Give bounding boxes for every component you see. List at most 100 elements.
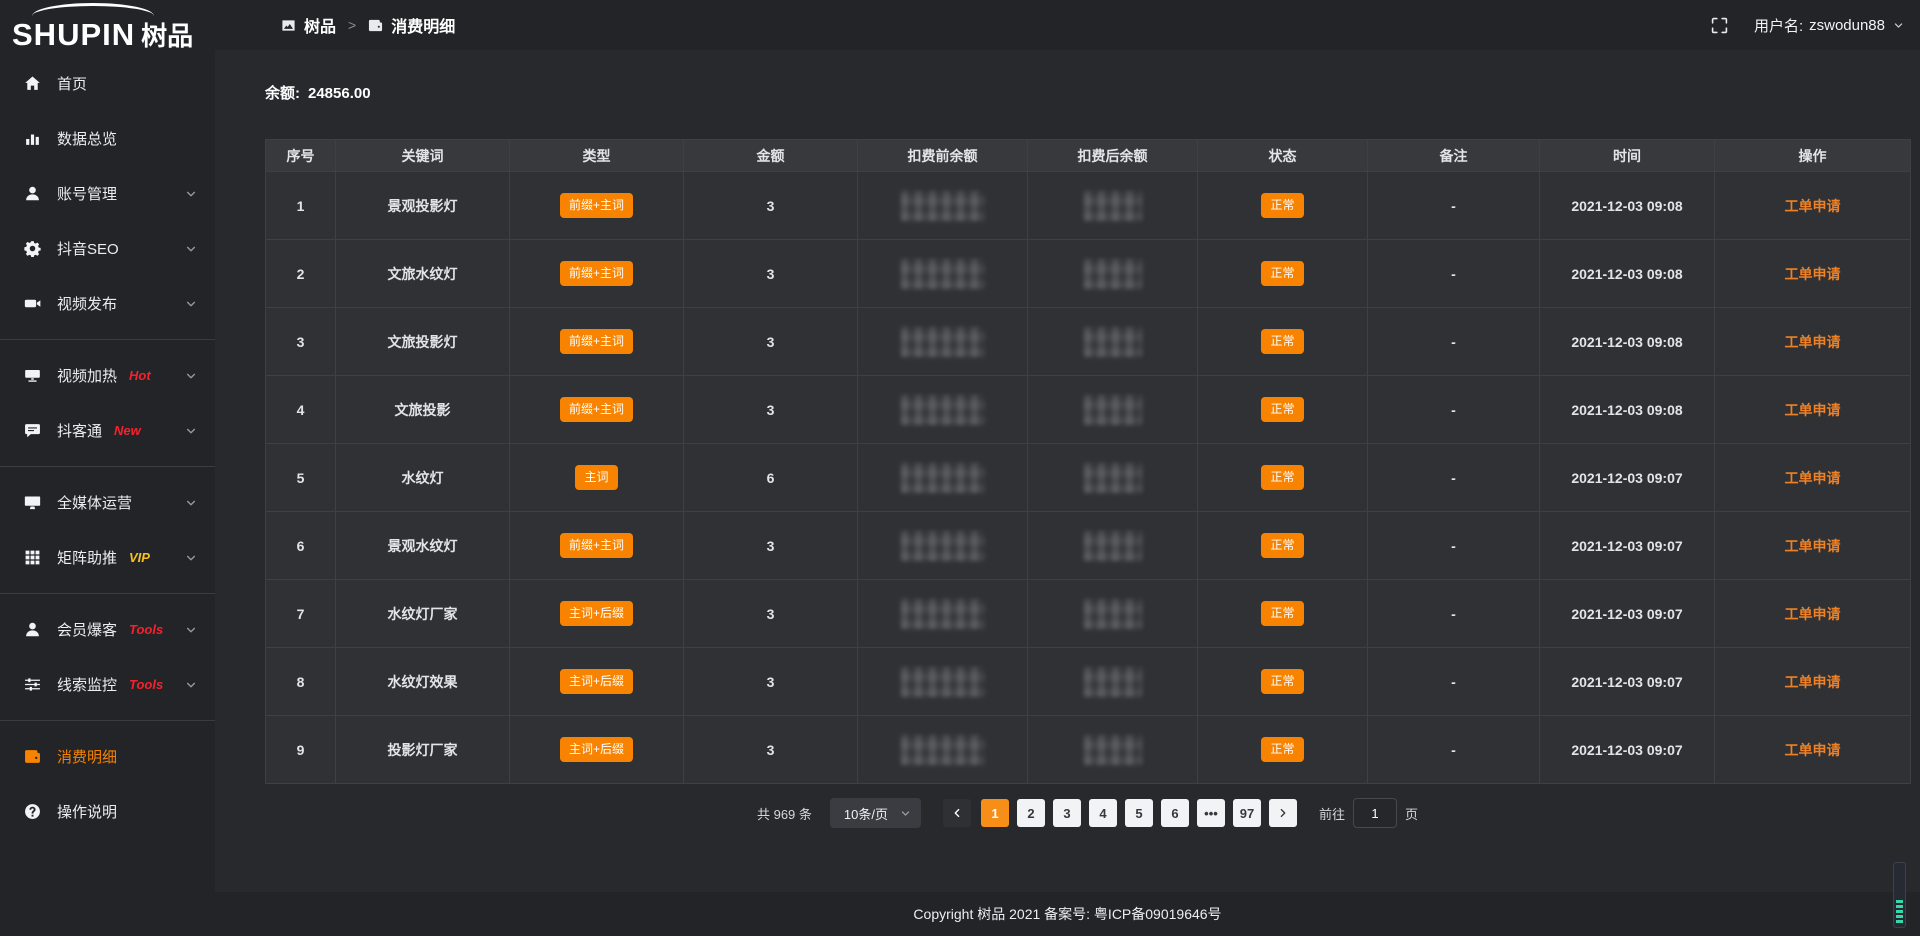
video-icon bbox=[24, 295, 41, 312]
redacted-balance-before bbox=[901, 667, 985, 697]
status-badge: 正常 bbox=[1261, 329, 1303, 353]
sidebar-item-16[interactable]: 操作说明 bbox=[0, 784, 215, 839]
breadcrumb: 树品 > 消费明细 bbox=[281, 13, 455, 37]
sidebar-item-12[interactable]: 会员爆客Tools bbox=[0, 602, 215, 657]
page-size-value: 10条/页 bbox=[844, 804, 888, 823]
breadcrumb-label: 树品 bbox=[304, 13, 336, 37]
page-size-select[interactable]: 10条/页 bbox=[830, 798, 921, 828]
sidebar-item-label: 数据总览 bbox=[57, 128, 117, 149]
page-button-5[interactable]: 5 bbox=[1125, 799, 1153, 827]
amount-cell: 3 bbox=[684, 376, 858, 444]
action-cell: 工单申请 bbox=[1715, 376, 1911, 444]
sidebar-item-6[interactable]: 视频加热Hot bbox=[0, 348, 215, 403]
note-cell: - bbox=[1368, 716, 1540, 784]
sidebar-item-4[interactable]: 视频发布 bbox=[0, 276, 215, 331]
keyword-cell: 水纹灯厂家 bbox=[336, 580, 510, 648]
row-number: 9 bbox=[266, 716, 336, 784]
heat-icon bbox=[24, 367, 41, 384]
sidebar-item-2[interactable]: 账号管理 bbox=[0, 166, 215, 221]
action-cell: 工单申请 bbox=[1715, 648, 1911, 716]
goto-page-input[interactable] bbox=[1353, 798, 1397, 828]
ticket-apply-link[interactable]: 工单申请 bbox=[1785, 674, 1841, 690]
sidebar-item-0[interactable]: 首页 bbox=[0, 56, 215, 111]
prev-page-button[interactable] bbox=[943, 799, 971, 827]
sidebar-item-label: 操作说明 bbox=[57, 801, 117, 822]
breadcrumb-label: 消费明细 bbox=[391, 13, 455, 37]
action-cell: 工单申请 bbox=[1715, 240, 1911, 308]
time-cell: 2021-12-03 09:07 bbox=[1540, 716, 1715, 784]
page-button-1[interactable]: 1 bbox=[981, 799, 1009, 827]
ticket-apply-link[interactable]: 工单申请 bbox=[1785, 266, 1841, 282]
fullscreen-icon[interactable] bbox=[1711, 17, 1728, 34]
ticket-apply-link[interactable]: 工单申请 bbox=[1785, 334, 1841, 350]
redacted-balance-before bbox=[901, 191, 985, 221]
sidebar-item-13[interactable]: 线索监控Tools bbox=[0, 657, 215, 712]
username-label: 用户名: bbox=[1754, 15, 1803, 36]
keyword-cell: 景观投影灯 bbox=[336, 172, 510, 240]
pagination-total: 共 969 条 bbox=[757, 804, 812, 823]
table-row: 7水纹灯厂家主词+后缀3正常-2021-12-03 09:07工单申请 bbox=[266, 580, 1911, 648]
user-icon bbox=[24, 185, 41, 202]
ticket-apply-link[interactable]: 工单申请 bbox=[1785, 606, 1841, 622]
page-button-3[interactable]: 3 bbox=[1053, 799, 1081, 827]
column-header: 扣费后余额 bbox=[1028, 140, 1198, 172]
balance-before-cell bbox=[858, 512, 1028, 580]
status-cell: 正常 bbox=[1198, 444, 1368, 512]
type-badge: 前缀+主词 bbox=[560, 329, 633, 353]
chevron-down-icon bbox=[185, 188, 197, 200]
sidebar-item-9[interactable]: 全媒体运营 bbox=[0, 475, 215, 530]
keyword-cell: 文旅水纹灯 bbox=[336, 240, 510, 308]
ticket-apply-link[interactable]: 工单申请 bbox=[1785, 402, 1841, 418]
column-header: 类型 bbox=[510, 140, 684, 172]
redacted-balance-before bbox=[901, 395, 985, 425]
page-button-6[interactable]: 6 bbox=[1161, 799, 1189, 827]
status-cell: 正常 bbox=[1198, 376, 1368, 444]
action-cell: 工单申请 bbox=[1715, 512, 1911, 580]
breadcrumb-item-consume-detail[interactable]: 消费明细 bbox=[368, 13, 455, 37]
amount-cell: 3 bbox=[684, 580, 858, 648]
table-row: 2文旅水纹灯前缀+主词3正常-2021-12-03 09:08工单申请 bbox=[266, 240, 1911, 308]
column-header: 操作 bbox=[1715, 140, 1911, 172]
type-badge: 前缀+主词 bbox=[560, 533, 633, 557]
main-content: 余额:24856.00 序号关键词类型金额扣费前余额扣费后余额状态备注时间操作 … bbox=[215, 50, 1920, 892]
page-button-2[interactable]: 2 bbox=[1017, 799, 1045, 827]
more-pages-button[interactable]: ••• bbox=[1197, 799, 1225, 827]
sidebar-item-10[interactable]: 矩阵助推VIP bbox=[0, 530, 215, 585]
redacted-balance-before bbox=[901, 327, 985, 357]
ticket-apply-link[interactable]: 工单申请 bbox=[1785, 538, 1841, 554]
table-header-row: 序号关键词类型金额扣费前余额扣费后余额状态备注时间操作 bbox=[266, 140, 1911, 172]
breadcrumb-item-home[interactable]: 树品 bbox=[281, 13, 336, 37]
sidebar-item-7[interactable]: 抖客通New bbox=[0, 403, 215, 458]
sidebar-item-label: 首页 bbox=[57, 73, 87, 94]
page-button-4[interactable]: 4 bbox=[1089, 799, 1117, 827]
chevron-down-icon bbox=[185, 425, 197, 437]
status-badge: 正常 bbox=[1261, 669, 1303, 693]
ticket-apply-link[interactable]: 工单申请 bbox=[1785, 470, 1841, 486]
type-badge: 主词+后缀 bbox=[560, 737, 633, 761]
menu-divider bbox=[0, 466, 215, 467]
sidebar-item-3[interactable]: 抖音SEO bbox=[0, 221, 215, 276]
sidebar-item-15[interactable]: 消费明细 bbox=[0, 729, 215, 784]
balance-label: 余额: bbox=[265, 85, 300, 102]
status-badge: 正常 bbox=[1261, 397, 1303, 421]
redacted-balance-before bbox=[901, 599, 985, 629]
ticket-apply-link[interactable]: 工单申请 bbox=[1785, 742, 1841, 758]
redacted-balance-before bbox=[901, 463, 985, 493]
balance-after-cell bbox=[1028, 240, 1198, 308]
balance-after-cell bbox=[1028, 716, 1198, 784]
amount-cell: 3 bbox=[684, 648, 858, 716]
type-cell: 主词+后缀 bbox=[510, 580, 684, 648]
sidebar-item-1[interactable]: 数据总览 bbox=[0, 111, 215, 166]
user-menu[interactable]: 用户名: zswodun88 bbox=[1754, 15, 1904, 36]
page-button-97[interactable]: 97 bbox=[1233, 799, 1261, 827]
note-cell: - bbox=[1368, 512, 1540, 580]
table-row: 8水纹灯效果主词+后缀3正常-2021-12-03 09:07工单申请 bbox=[266, 648, 1911, 716]
type-cell: 前缀+主词 bbox=[510, 172, 684, 240]
type-badge: 前缀+主词 bbox=[560, 261, 633, 285]
next-page-button[interactable] bbox=[1269, 799, 1297, 827]
browser-widget[interactable] bbox=[1893, 862, 1906, 928]
type-badge: 前缀+主词 bbox=[560, 193, 633, 217]
ticket-apply-link[interactable]: 工单申请 bbox=[1785, 198, 1841, 214]
topbar-right: 用户名: zswodun88 bbox=[1711, 15, 1904, 36]
logo-arc bbox=[32, 3, 154, 16]
